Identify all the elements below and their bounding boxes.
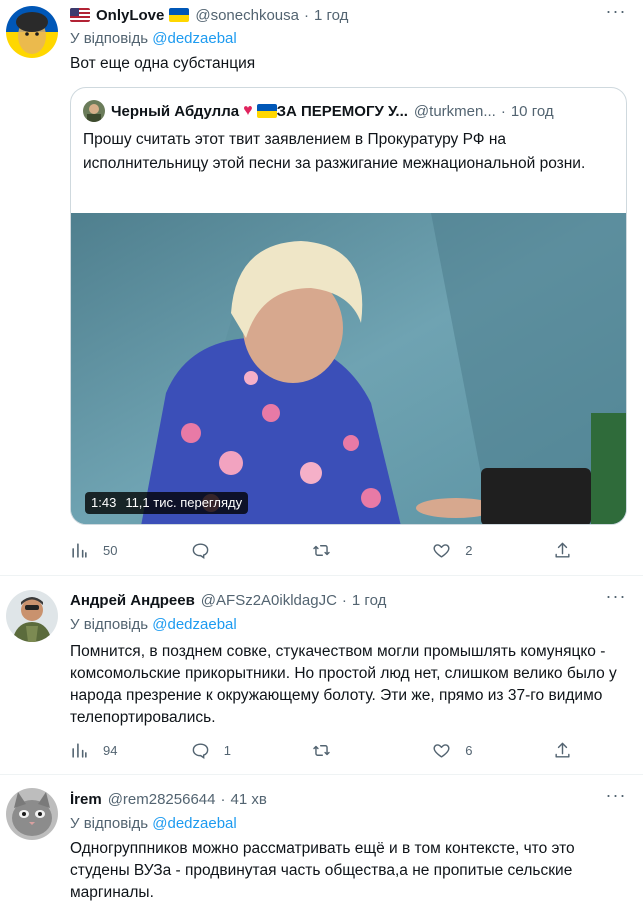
avatar[interactable]	[6, 590, 58, 642]
tweet-header: OnlyLove @sonechkousa · 1 год	[70, 4, 603, 26]
quoted-tweet-header: Черный Абдулла ♥ ЗА ПЕРЕМОГУ У... @turkm…	[83, 100, 614, 122]
reply-to-link[interactable]: @dedzaebal	[152, 616, 236, 633]
share-icon	[555, 742, 570, 758]
views-icon	[72, 542, 87, 558]
more-options-icon[interactable]: ···	[605, 2, 627, 26]
like-count: 6	[465, 742, 473, 758]
tweet[interactable]: OnlyLove @sonechkousa · 1 год ··· У відп…	[0, 0, 643, 575]
tweet-text: Одногруппников можно рассматривать ещё и…	[70, 840, 575, 901]
reply-button[interactable]	[191, 541, 281, 560]
reply-icon	[192, 742, 209, 759]
retweet-icon	[312, 544, 330, 556]
separator-dot: ·	[500, 102, 506, 120]
user-handle[interactable]: @AFSz2A0ikldagJC	[201, 592, 337, 609]
separator-dot: ·	[341, 591, 347, 609]
reply-prefix: У відповідь	[70, 616, 149, 633]
display-name[interactable]: İrem	[70, 791, 102, 808]
timestamp[interactable]: 41 хв	[231, 791, 267, 808]
ukraine-flag-icon	[256, 104, 277, 118]
tweet-actions: 94 1 6	[70, 739, 573, 761]
reply-button[interactable]: 1	[191, 741, 281, 760]
reply-prefix: У відповідь	[70, 815, 149, 832]
video-view-count: 11,1 тис. перегляду	[125, 495, 243, 510]
avatar[interactable]	[6, 6, 58, 58]
separator-dot: ·	[303, 6, 309, 24]
quoted-user-handle: @turkmen...	[413, 102, 496, 120]
retweet-button[interactable]	[312, 741, 402, 760]
quoted-tweet[interactable]: Черный Абдулла ♥ ЗА ПЕРЕМОГУ У... @turkm…	[70, 87, 627, 525]
retweet-button[interactable]	[312, 541, 402, 560]
more-options-icon[interactable]: ···	[605, 786, 627, 810]
tweet-header: Андрей Андреев @AFSz2A0ikldagJC · 1 год	[70, 589, 603, 611]
tweet-actions: 50 2	[70, 539, 573, 561]
video-frame	[71, 213, 626, 524]
display-name[interactable]: OnlyLove	[96, 7, 164, 24]
ukraine-flag-icon	[169, 8, 190, 22]
retweet-icon	[312, 744, 330, 756]
reply-to-link[interactable]: @dedzaebal	[152, 815, 236, 832]
share-button[interactable]	[553, 541, 573, 560]
reply-icon	[192, 542, 209, 559]
share-button[interactable]	[553, 741, 573, 760]
timestamp[interactable]: 1 год	[314, 7, 348, 24]
avatar[interactable]	[6, 788, 58, 840]
user-handle[interactable]: @sonechkousa	[195, 7, 299, 24]
heart-emoji-icon: ♥	[243, 102, 253, 119]
display-name[interactable]: Андрей Андреев	[70, 592, 195, 609]
quoted-timestamp: 10 год	[510, 102, 554, 120]
reply-to-link[interactable]: @dedzaebal	[152, 30, 236, 47]
heart-icon	[433, 743, 450, 758]
tweet[interactable]: İrem @rem28256644 · 41 хв ··· У відповід…	[0, 774, 643, 904]
video-duration: 1:43	[91, 495, 117, 510]
quoted-avatar	[83, 100, 105, 122]
reply-count: 1	[223, 742, 231, 758]
reply-context: У відповідь @dedzaebal	[70, 30, 237, 47]
more-options-icon[interactable]: ···	[605, 587, 627, 611]
reply-context: У відповідь @dedzaebal	[70, 815, 237, 832]
separator-dot: ·	[220, 790, 226, 808]
heart-icon	[433, 543, 450, 558]
tweet-text: Помнится, в позднем совке, стукачеством …	[70, 643, 617, 726]
quoted-display-name-suffix: ЗА ПЕРЕМОГУ У...	[276, 102, 408, 120]
reply-prefix: У відповідь	[70, 30, 149, 47]
user-handle[interactable]: @rem28256644	[108, 791, 216, 808]
views-count: 94	[103, 742, 118, 758]
timestamp[interactable]: 1 год	[352, 592, 386, 609]
like-button[interactable]: 6	[432, 741, 522, 760]
tweet[interactable]: Андрей Андреев @AFSz2A0ikldagJC · 1 год …	[0, 575, 643, 774]
video-info-badge: 1:43 11,1 тис. перегляду	[85, 492, 249, 514]
like-button[interactable]: 2	[432, 541, 522, 560]
share-icon	[555, 542, 570, 558]
tweet-text: Вот еще одна субстанция	[70, 55, 256, 72]
quoted-tweet-text: Прошу считать этот твит заявлением в Про…	[83, 131, 586, 172]
video-player[interactable]: 1:43 11,1 тис. перегляду	[71, 213, 626, 524]
quoted-display-name: Черный Абдулла	[111, 102, 240, 120]
views-icon	[72, 742, 87, 758]
views-button[interactable]: 94	[70, 741, 160, 760]
reply-context: У відповідь @dedzaebal	[70, 616, 237, 633]
tweet-header: İrem @rem28256644 · 41 хв	[70, 788, 603, 810]
views-button[interactable]: 50	[70, 541, 160, 560]
views-count: 50	[103, 542, 118, 558]
us-flag-icon	[70, 8, 90, 22]
like-count: 2	[465, 542, 473, 558]
